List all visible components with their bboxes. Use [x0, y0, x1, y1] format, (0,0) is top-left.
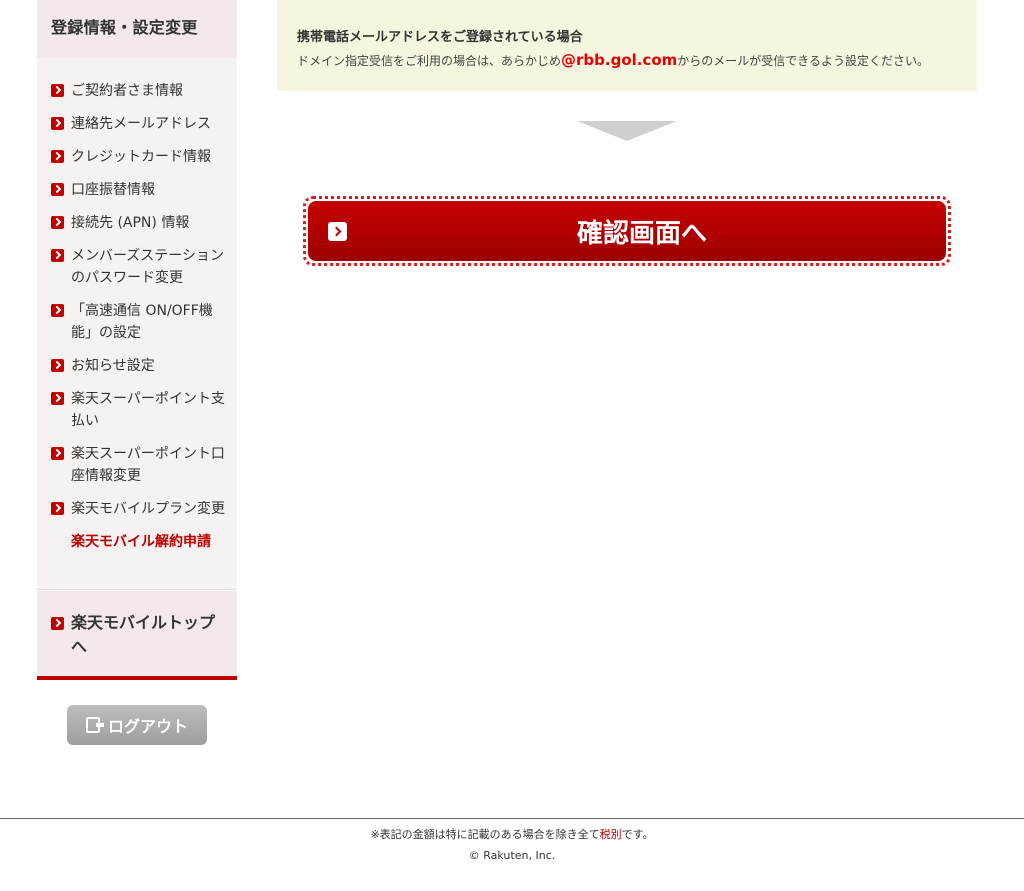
sidebar-menu: ご契約者さま情報 連絡先メールアドレス クレジットカード情報 口座振替情報 接続…: [37, 58, 237, 590]
chevron-right-icon: [51, 216, 64, 229]
chevron-right-icon: [51, 392, 64, 405]
confirm-button-label: 確認画面へ: [576, 218, 707, 249]
sidebar-item-label: 口座振替情報: [71, 182, 155, 198]
sidebar-heading: 登録情報・設定変更: [37, 0, 237, 58]
logout-icon: [85, 717, 104, 733]
sidebar-item-contractor-info[interactable]: ご契約者さま情報: [37, 80, 237, 102]
chevron-right-icon: [51, 249, 64, 262]
sidebar-item-cancellation[interactable]: 楽天モバイル解約申請: [37, 531, 237, 553]
notice-domain: @rbb.gol.com: [561, 51, 678, 69]
sidebar-item-label: 接続先 (APN) 情報: [71, 215, 190, 231]
notice-text-before: ドメイン指定受信をご利用の場合は、あらかじめ: [297, 54, 562, 68]
sidebar-item-label: 楽天モバイルトップへ: [71, 613, 216, 656]
chevron-right-icon: [51, 304, 64, 317]
sidebar-item-label: 「高速通信 ON/OFF機能」の設定: [71, 303, 213, 341]
logout-label: ログアウト: [107, 717, 188, 736]
sidebar-item-mobile-top[interactable]: 楽天モバイルトップへ: [51, 611, 223, 659]
chevron-right-icon: [51, 617, 64, 630]
sidebar-item-label: 楽天スーパーポイント口座情報変更: [71, 446, 225, 484]
chevron-right-icon: [51, 183, 64, 196]
sidebar-item-label: お知らせ設定: [71, 358, 155, 374]
chevron-right-icon: [51, 447, 64, 460]
sidebar-top-section: 楽天モバイルトップへ: [37, 590, 237, 680]
arrow-down-icon: [577, 121, 677, 141]
sidebar-item-notifications[interactable]: お知らせ設定: [37, 355, 237, 377]
sidebar-item-bank-transfer[interactable]: 口座振替情報: [37, 179, 237, 201]
chevron-right-icon: [51, 117, 64, 130]
chevron-right-icon: [51, 359, 64, 372]
tax-note-highlight[interactable]: 税別: [600, 828, 622, 841]
sidebar-item-label: 楽天モバイル解約申請: [71, 534, 211, 550]
confirm-button[interactable]: 確認画面へ: [308, 201, 946, 261]
chevron-right-icon: [51, 150, 64, 163]
tax-note-after: です。: [621, 828, 654, 841]
notice-title: 携帯電話メールアドレスをご登録されている場合: [297, 30, 583, 45]
notice-text-after: からのメールが受信できるよう設定ください。: [677, 54, 930, 68]
copyright: © Rakuten, Inc.: [468, 849, 556, 862]
sidebar-item-point-account[interactable]: 楽天スーパーポイント口座情報変更: [37, 443, 237, 487]
sidebar-item-label: 連絡先メールアドレス: [71, 116, 211, 132]
email-notice-box: 携帯電話メールアドレスをご登録されている場合 ドメイン指定受信をご利用の場合は、…: [277, 0, 977, 91]
footer: ※表記の金額は特に記載のある場合を除き全て税別です。 © Rakuten, In…: [0, 818, 1024, 862]
tax-note: ※表記の金額は特に記載のある場合を除き全て税別です。: [0, 827, 1024, 843]
sidebar: 登録情報・設定変更 ご契約者さま情報 連絡先メールアドレス クレジットカード情報…: [37, 0, 237, 680]
sidebar-item-apn[interactable]: 接続先 (APN) 情報: [37, 212, 237, 234]
sidebar-item-label: 楽天モバイルプラン変更: [71, 501, 225, 517]
sidebar-item-label: ご契約者さま情報: [71, 83, 183, 99]
sidebar-item-plan-change[interactable]: 楽天モバイルプラン変更: [37, 498, 237, 520]
sidebar-item-high-speed[interactable]: 「高速通信 ON/OFF機能」の設定: [37, 300, 237, 344]
chevron-right-icon: [328, 222, 347, 241]
chevron-right-icon: [51, 502, 64, 515]
chevron-right-icon: [51, 84, 64, 97]
tax-note-before: ※表記の金額は特に記載のある場合を除き全て: [370, 828, 600, 841]
notice-text: ドメイン指定受信をご利用の場合は、あらかじめ@rbb.gol.comからのメール…: [297, 51, 977, 70]
sidebar-item-label: 楽天スーパーポイント支払い: [71, 391, 225, 429]
sidebar-item-password[interactable]: メンバーズステーションのパスワード変更: [37, 245, 237, 289]
sidebar-item-label: クレジットカード情報: [71, 149, 211, 165]
sidebar-item-point-payment[interactable]: 楽天スーパーポイント支払い: [37, 388, 237, 432]
sidebar-item-label: メンバーズステーションのパスワード変更: [71, 248, 225, 286]
sidebar-item-credit-card[interactable]: クレジットカード情報: [37, 146, 237, 168]
sidebar-item-contact-email[interactable]: 連絡先メールアドレス: [37, 113, 237, 135]
logout-button[interactable]: ログアウト: [67, 705, 207, 745]
confirm-button-frame: 確認画面へ: [303, 196, 951, 266]
